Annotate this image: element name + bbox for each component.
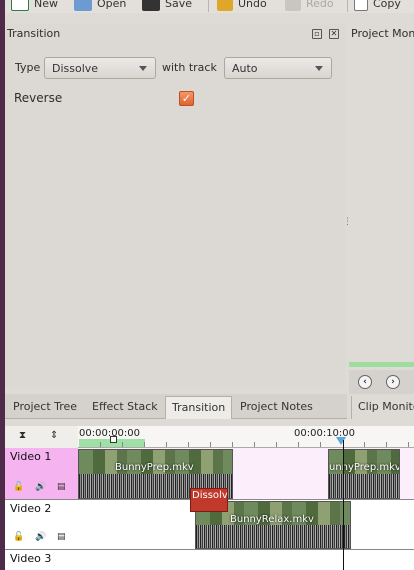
monitor-zone-bar bbox=[349, 362, 414, 367]
playhead-marker-icon[interactable] bbox=[336, 437, 346, 445]
track-header-video-2[interactable]: Video 2 🔓 🔊 ▤ bbox=[5, 500, 78, 550]
clip-bunnyprep-2[interactable]: unnyPrep.mkv bbox=[328, 449, 400, 499]
redo-icon bbox=[285, 0, 301, 11]
track-row-video-3[interactable] bbox=[78, 550, 414, 570]
monitor-controls: ‹ › bbox=[349, 370, 414, 394]
ruler-tick bbox=[254, 442, 255, 447]
tab-transition[interactable]: Transition bbox=[165, 396, 233, 419]
ruler-tick bbox=[386, 442, 387, 447]
playhead-line[interactable] bbox=[343, 440, 344, 570]
video-icon[interactable]: ▤ bbox=[57, 532, 66, 542]
copy-button[interactable]: Copy bbox=[354, 0, 401, 12]
tab-effect-stack[interactable]: Effect Stack bbox=[86, 396, 164, 419]
redo-label: Redo bbox=[306, 0, 334, 10]
tab-clip-monitor[interactable]: Clip Monito bbox=[351, 396, 414, 419]
copy-icon bbox=[354, 0, 368, 11]
transition-type-select[interactable]: Dissolve bbox=[44, 57, 156, 79]
clip-label: BunnyRelax.mkv bbox=[230, 514, 314, 525]
ruler-tick bbox=[364, 442, 365, 447]
new-icon bbox=[11, 0, 29, 11]
copy-label: Copy bbox=[373, 0, 401, 10]
folder-open-icon bbox=[74, 0, 92, 11]
video-icon[interactable]: ▤ bbox=[57, 482, 66, 492]
ruler-tick bbox=[188, 442, 189, 447]
tab-project-tree[interactable]: Project Tree bbox=[7, 396, 83, 419]
reverse-label: Reverse bbox=[14, 91, 63, 105]
open-label: Open bbox=[97, 0, 127, 10]
ruler-tick bbox=[166, 442, 167, 447]
ruler-tick bbox=[408, 442, 409, 447]
save-button[interactable]: Save bbox=[142, 0, 192, 12]
tab-project-notes[interactable]: Project Notes bbox=[234, 396, 319, 419]
audio-icon[interactable]: 🔊 bbox=[35, 532, 46, 542]
new-label: New bbox=[34, 0, 58, 10]
panel-title: Transition bbox=[7, 27, 61, 40]
new-button[interactable]: New bbox=[11, 0, 58, 12]
transition-type-value: Dissolve bbox=[52, 62, 99, 75]
dissolve-transition[interactable]: Dissolve bbox=[190, 488, 228, 512]
undo-label: Undo bbox=[238, 0, 267, 10]
clip-waveform bbox=[196, 525, 350, 548]
undo-icon bbox=[217, 0, 233, 11]
reverse-checkbox[interactable]: ✓ bbox=[179, 91, 194, 106]
close-panel-icon[interactable]: ✕ bbox=[329, 29, 339, 39]
clip-label: BunnyPrep.mkv bbox=[115, 462, 194, 473]
timeline-ruler[interactable]: 00:00:00:00 00:00:10:00 bbox=[78, 426, 414, 448]
project-monitor-title: Project Mon bbox=[351, 27, 414, 40]
timeline-tools: ⧗ ⇕ bbox=[5, 426, 78, 448]
track-select-value: Auto bbox=[232, 62, 258, 75]
save-label: Save bbox=[165, 0, 193, 10]
chevron-down-icon bbox=[139, 66, 147, 71]
fit-zoom-icon[interactable]: ⧗ bbox=[19, 430, 26, 441]
ruler-tick bbox=[298, 442, 299, 447]
lock-icon[interactable]: 🔓 bbox=[13, 532, 24, 542]
clip-label: unnyPrep.mkv bbox=[329, 462, 400, 473]
clip-waveform bbox=[329, 474, 399, 498]
toolbar-separator bbox=[208, 0, 209, 12]
redo-button[interactable]: Redo bbox=[285, 0, 334, 12]
lock-icon[interactable]: 🔓 bbox=[13, 482, 24, 492]
track-select[interactable]: Auto bbox=[224, 57, 332, 79]
set-zone-end-icon[interactable]: › bbox=[386, 375, 400, 389]
ruler-tick bbox=[122, 442, 123, 447]
chevron-down-icon bbox=[315, 66, 323, 71]
float-panel-icon[interactable]: ▫ bbox=[312, 29, 322, 39]
ruler-tick bbox=[100, 442, 101, 447]
undo-button[interactable]: Undo bbox=[217, 0, 267, 12]
track-name: Video 3 bbox=[10, 552, 52, 565]
toolbar-separator bbox=[347, 0, 348, 12]
ruler-tick bbox=[276, 442, 277, 447]
transition-label: Dissolve bbox=[192, 490, 228, 501]
track-name: Video 2 bbox=[10, 502, 52, 515]
timecode-start: 00:00:00:00 bbox=[79, 428, 141, 439]
ruler-tick bbox=[320, 442, 321, 447]
track-name: Video 1 bbox=[10, 450, 52, 463]
open-button[interactable]: Open bbox=[74, 0, 126, 12]
main-toolbar: New Open Save Undo Redo Copy bbox=[5, 0, 414, 13]
track-header-video-3[interactable]: Video 3 bbox=[5, 550, 78, 570]
ruler-tick bbox=[232, 442, 233, 447]
type-label: Type bbox=[15, 61, 41, 74]
ruler-tick bbox=[144, 442, 145, 447]
audio-icon[interactable]: 🔊 bbox=[35, 482, 46, 492]
vertical-zoom-icon[interactable]: ⇕ bbox=[50, 430, 58, 441]
set-zone-start-icon[interactable]: ‹ bbox=[358, 375, 372, 389]
with-track-label: with track bbox=[162, 61, 217, 74]
track-header-video-1[interactable]: Video 1 🔓 🔊 ▤ bbox=[5, 448, 78, 500]
panel-tabs: Project Tree Effect Stack Transition Pro… bbox=[5, 394, 347, 419]
ruler-tick bbox=[210, 442, 211, 447]
save-icon bbox=[142, 0, 160, 11]
splitter-grip-icon[interactable]: ⋮ bbox=[343, 217, 352, 227]
